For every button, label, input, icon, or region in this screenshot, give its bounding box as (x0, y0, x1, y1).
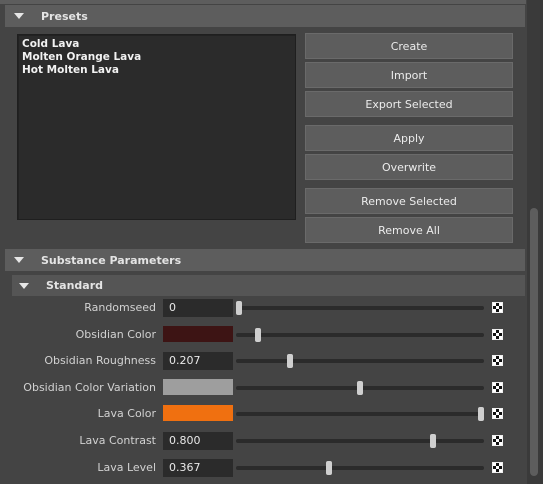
param-row-lava-level: Lava Level 0.367 (0, 459, 527, 484)
slider-handle[interactable] (357, 381, 363, 395)
lava-level-field[interactable]: 0.367 (163, 459, 233, 477)
standard-title: Standard (46, 279, 104, 292)
param-row-randomseed: Randomseed 0 (0, 299, 527, 325)
checker-map-icon[interactable] (492, 382, 503, 393)
collapse-arrow-icon[interactable] (14, 257, 24, 263)
substance-parameters-header[interactable]: Substance Parameters (5, 249, 525, 271)
checker-map-icon[interactable] (492, 355, 503, 366)
lava-contrast-slider[interactable] (236, 434, 484, 448)
slider-handle[interactable] (430, 434, 436, 448)
substance-parameters-title: Substance Parameters (41, 253, 182, 267)
collapse-arrow-icon[interactable] (14, 13, 24, 19)
top-strip (0, 0, 526, 4)
param-label: Lava Contrast (79, 434, 156, 447)
lava-color-slider[interactable] (236, 407, 484, 421)
checker-map-icon[interactable] (492, 435, 503, 446)
presets-section-header[interactable]: Presets (5, 5, 525, 27)
param-label: Lava Color (97, 407, 156, 420)
lava-level-slider[interactable] (236, 461, 484, 475)
param-row-lava-color: Lava Color (0, 405, 527, 431)
obsidian-roughness-slider[interactable] (236, 354, 484, 368)
lava-contrast-field[interactable]: 0.800 (163, 432, 233, 450)
slider-handle[interactable] (326, 461, 332, 475)
preset-list[interactable]: Cold Lava Molten Orange Lava Hot Molten … (17, 34, 296, 220)
remove-selected-button[interactable]: Remove Selected (305, 188, 513, 214)
randomseed-field[interactable]: 0 (163, 299, 233, 317)
obsidian-color-swatch[interactable] (163, 326, 233, 342)
obsidian-color-slider[interactable] (236, 328, 484, 342)
overwrite-button[interactable]: Overwrite (305, 154, 513, 180)
param-label: Obsidian Color (75, 328, 156, 341)
checker-map-icon[interactable] (492, 462, 503, 473)
param-row-obsidian-roughness: Obsidian Roughness 0.207 (0, 352, 527, 378)
checker-map-icon[interactable] (492, 302, 503, 313)
scrollbar-thumb[interactable] (530, 208, 538, 476)
checker-map-icon[interactable] (492, 408, 503, 419)
preset-item[interactable]: Cold Lava (22, 38, 291, 51)
param-label: Lava Level (97, 461, 156, 474)
obsidian-color-variation-swatch[interactable] (163, 379, 233, 395)
slider-handle[interactable] (255, 328, 261, 342)
standard-subsection-header[interactable]: Standard (12, 275, 525, 296)
preset-item[interactable]: Hot Molten Lava (22, 64, 291, 77)
obsidian-color-variation-slider[interactable] (236, 381, 484, 395)
remove-all-button[interactable]: Remove All (305, 217, 513, 243)
export-selected-button[interactable]: Export Selected (305, 91, 513, 117)
create-button[interactable]: Create (305, 33, 513, 59)
param-label: Randomseed (84, 301, 156, 314)
param-row-lava-contrast: Lava Contrast 0.800 (0, 432, 527, 458)
apply-button[interactable]: Apply (305, 125, 513, 151)
param-label: Obsidian Color Variation (23, 381, 156, 394)
slider-handle[interactable] (287, 354, 293, 368)
param-row-obsidian-color: Obsidian Color (0, 326, 527, 352)
preset-item[interactable]: Molten Orange Lava (22, 51, 291, 64)
param-label: Obsidian Roughness (44, 354, 156, 367)
checker-map-icon[interactable] (492, 329, 503, 340)
presets-title: Presets (41, 9, 88, 23)
import-button[interactable]: Import (305, 62, 513, 88)
randomseed-slider[interactable] (236, 301, 484, 315)
slider-handle[interactable] (478, 407, 484, 421)
param-row-obsidian-color-variation: Obsidian Color Variation (0, 379, 527, 405)
collapse-arrow-icon[interactable] (19, 282, 29, 289)
obsidian-roughness-field[interactable]: 0.207 (163, 352, 233, 370)
slider-handle[interactable] (236, 301, 242, 315)
lava-color-swatch[interactable] (163, 405, 233, 421)
